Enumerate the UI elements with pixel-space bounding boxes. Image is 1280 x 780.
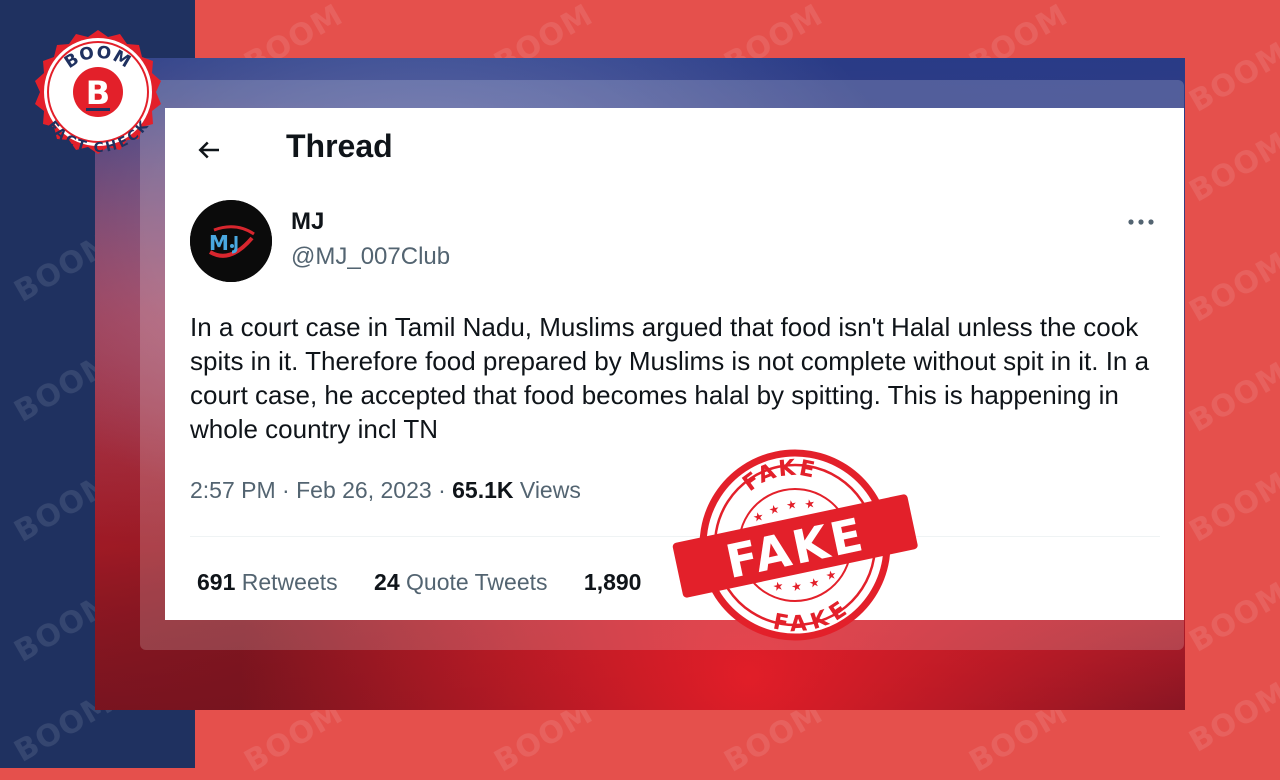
retweets-count: 691 — [197, 569, 236, 595]
tweet-date[interactable]: Feb 26, 2023 — [296, 477, 432, 503]
boom-logo: B BOOM FACT CHECK — [35, 30, 161, 156]
watermark: BOOM — [1183, 35, 1280, 120]
quote-tweets-stat[interactable]: 24 Quote Tweets — [374, 569, 547, 596]
engagement-stats: 691 Retweets 24 Quote Tweets 1,890 — [197, 569, 671, 596]
page-title: Thread — [286, 128, 393, 164]
back-arrow-icon — [198, 141, 219, 159]
meta-separator: · — [282, 477, 290, 503]
retweets-label: Retweets — [241, 569, 338, 595]
likes-stat[interactable]: 1,890 — [584, 569, 642, 596]
avatar[interactable]: M — [190, 200, 272, 282]
tweet-text: In a court case in Tamil Nadu, Muslims a… — [190, 312, 1150, 444]
watermark: BOOM — [1183, 245, 1280, 330]
more-options-button[interactable] — [1125, 208, 1157, 236]
watermark: BOOM — [1183, 575, 1280, 660]
views-count: 65.1K — [452, 477, 514, 503]
meta-separator: · — [438, 477, 446, 503]
more-options-icon — [1128, 219, 1154, 225]
watermark: BOOM — [1183, 125, 1280, 210]
avatar-logo-icon: M — [190, 200, 272, 282]
display-name[interactable]: MJ — [291, 208, 324, 236]
watermark: BOOM — [1183, 465, 1280, 550]
watermark: BOOM — [1183, 355, 1280, 440]
retweets-stat[interactable]: 691 Retweets — [197, 569, 338, 596]
back-button[interactable] — [191, 132, 227, 168]
tweet-meta: 2:57 PM · Feb 26, 2023 · 65.1K Views — [190, 477, 581, 504]
quote-tweets-count: 24 — [374, 569, 400, 595]
avatar-text: M — [209, 231, 229, 255]
fake-stamp: FAKE FAKE ★ ★ ★ ★ ★ ★ ★ ★ FAKE — [672, 449, 918, 644]
views-label: Views — [519, 477, 581, 503]
tweet-time[interactable]: 2:57 PM — [190, 477, 276, 503]
likes-count: 1,890 — [583, 569, 642, 595]
logo-letter: B — [86, 74, 110, 112]
quote-tweets-label: Quote Tweets — [406, 569, 548, 595]
user-handle[interactable]: @MJ_007Club — [291, 243, 450, 271]
watermark: BOOM — [1183, 675, 1280, 760]
